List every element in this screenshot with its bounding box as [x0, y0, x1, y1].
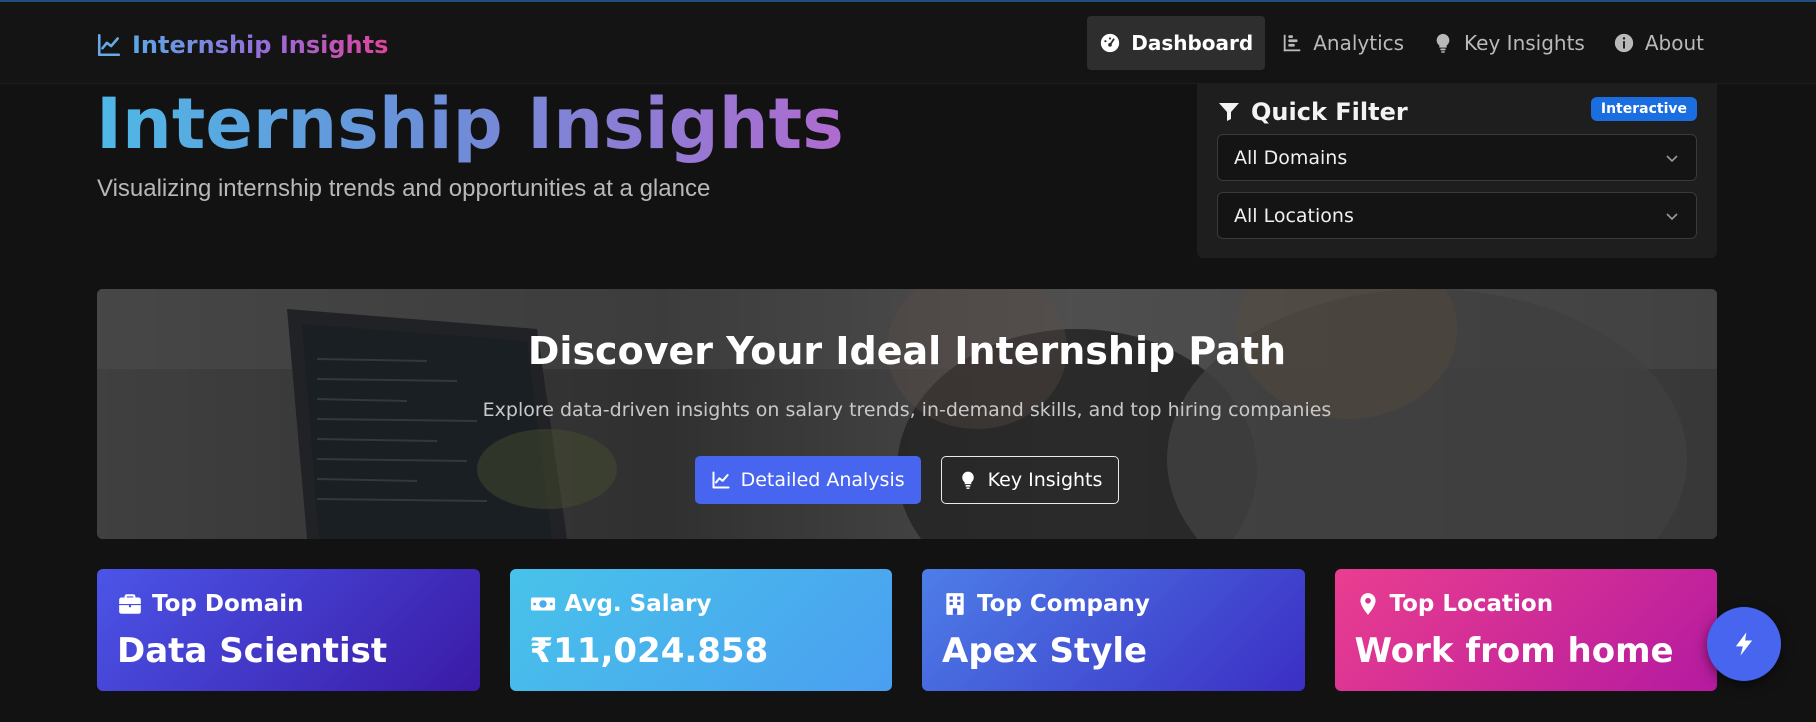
nav-label: Dashboard [1131, 31, 1254, 55]
map-pin-icon [1359, 593, 1376, 615]
line-chart-icon [97, 33, 121, 57]
location-select-value: All Locations [1234, 204, 1354, 227]
stat-value: Data Scientist [117, 631, 388, 671]
quick-filter-header: Quick Filter [1217, 98, 1408, 126]
chevron-down-icon [1666, 155, 1678, 163]
stat-card-top-domain[interactable]: Top Domain Data Scientist [97, 569, 480, 691]
lightbulb-icon [1436, 33, 1450, 53]
nav-label: Analytics [1313, 31, 1405, 55]
bar-chart-icon [1283, 34, 1301, 52]
stat-label: Avg. Salary [564, 591, 712, 617]
stat-card-header: Top Company [942, 591, 1150, 617]
briefcase-icon [119, 594, 141, 614]
stat-label: Top Location [1389, 591, 1554, 617]
stat-value: ₹11,024.858 [529, 631, 769, 671]
nav-analytics[interactable]: Analytics [1269, 16, 1416, 70]
detailed-analysis-label: Detailed Analysis [740, 469, 905, 491]
stat-card-header: Top Location [1355, 591, 1554, 617]
stat-card-header: Avg. Salary [530, 591, 712, 617]
domain-select-value: All Domains [1234, 146, 1348, 169]
stat-value: Apex Style [942, 631, 1148, 671]
quick-filter-card: Quick Filter Interactive All Domains All… [1197, 84, 1717, 258]
hero-banner: Discover Your Ideal Internship Path Expl… [97, 289, 1717, 539]
quick-filter-title: Quick Filter [1251, 98, 1408, 126]
lightning-icon [1735, 632, 1753, 656]
filter-icon [1219, 103, 1239, 121]
lightbulb-icon [961, 471, 974, 489]
nav-links: Dashboard Analytics Key Insights About [1087, 16, 1716, 70]
chevron-down-icon [1666, 213, 1678, 221]
navbar: Internship Insights Dashboard Analytics … [0, 2, 1816, 84]
brand[interactable]: Internship Insights [96, 28, 388, 62]
building-icon [946, 593, 964, 615]
nav-label: About [1644, 31, 1704, 55]
nav-label: Key Insights [1464, 31, 1585, 55]
page-title: Internship Insights [96, 83, 844, 165]
stat-card-header: Top Domain [117, 591, 304, 617]
quick-action-button[interactable] [1707, 607, 1781, 681]
banner-title: Discover Your Ideal Internship Path [527, 329, 1287, 373]
stat-value: Work from home [1354, 631, 1674, 671]
stat-label: Top Company [977, 591, 1150, 617]
stat-cards: Top Domain Data Scientist Avg. Salary ₹1… [97, 569, 1717, 691]
banner-subtitle: Explore data-driven insights on salary t… [482, 399, 1332, 421]
detailed-analysis-button[interactable]: Detailed Analysis [694, 456, 921, 504]
interactive-badge: Interactive [1590, 97, 1697, 121]
stat-card-top-location[interactable]: Top Location Work from home [1334, 569, 1717, 691]
nav-dashboard[interactable]: Dashboard [1087, 16, 1266, 70]
money-icon [530, 597, 555, 611]
gauge-icon [1101, 33, 1120, 53]
info-icon [1614, 33, 1634, 53]
location-select[interactable]: All Locations [1217, 192, 1697, 239]
stat-card-top-company[interactable]: Top Company Apex Style [922, 569, 1305, 691]
nav-about[interactable]: About [1601, 16, 1716, 70]
stat-card-avg-salary[interactable]: Avg. Salary ₹11,024.858 [509, 569, 892, 691]
key-insights-button[interactable]: Key Insights [940, 456, 1120, 504]
key-insights-label: Key Insights [987, 469, 1103, 491]
page-subtitle: Visualizing internship trends and opport… [97, 175, 711, 202]
stat-label: Top Domain [152, 591, 304, 617]
banner-buttons: Detailed Analysis Key Insights [97, 456, 1717, 504]
nav-key-insights[interactable]: Key Insights [1420, 16, 1597, 70]
brand-name: Internship Insights [132, 31, 389, 59]
line-chart-icon [712, 471, 730, 489]
domain-select[interactable]: All Domains [1217, 134, 1697, 181]
